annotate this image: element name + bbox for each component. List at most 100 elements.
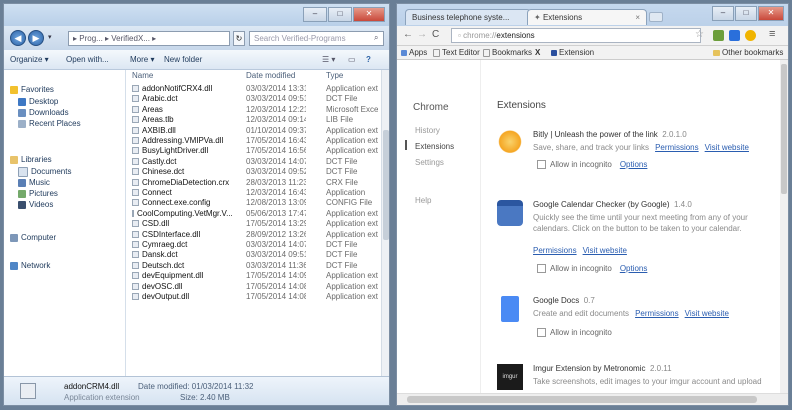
file-row[interactable]: Connect 12/03/2014 16:43 Application [128, 188, 380, 197]
new-tab-button[interactable] [649, 12, 663, 22]
reload-icon[interactable]: C [432, 29, 439, 40]
minimize-button[interactable]: – [712, 6, 734, 21]
omnibox[interactable]: ▫ chrome://extensions [451, 28, 701, 43]
organize-button[interactable]: Organize ▾ [10, 54, 49, 66]
incognito-checkbox[interactable] [537, 264, 546, 273]
file-row[interactable]: Areas 12/03/2014 12:21 Microsoft Excel [128, 105, 380, 114]
file-row[interactable]: CSD.dll 17/05/2014 13:29 Application exte [128, 219, 380, 228]
options-link[interactable]: Options [620, 160, 648, 169]
bookmark-x[interactable]: X [535, 48, 540, 58]
file-row[interactable]: Castly.dct 03/03/2014 14:07 DCT File [128, 157, 380, 166]
preview-pane-icon[interactable]: ▭ [348, 54, 356, 66]
file-row[interactable]: Areas.tlb 12/03/2014 09:14 LIB File [128, 115, 380, 124]
file-row[interactable]: Connect.exe.config 12/08/2013 13:09 CONFIG… [128, 198, 380, 207]
file-row[interactable]: Addressing.VMIPVa.dll 17/05/2014 16:43 App… [128, 136, 380, 145]
back-icon[interactable]: ← [403, 29, 413, 40]
nav-recent-places[interactable]: Recent Places [18, 118, 81, 129]
search-input[interactable]: Search Verified-Programs [249, 31, 384, 46]
column-type[interactable]: Type [326, 70, 343, 82]
file-row[interactable]: CoolComputing.VetMgr.V... 05/06/2013 17:4… [128, 209, 380, 218]
tab-close-icon[interactable]: × [635, 10, 640, 25]
menu-icon[interactable]: ≡ [769, 28, 775, 40]
side-link-help[interactable]: Help [415, 196, 431, 205]
forward-icon[interactable]: → [417, 29, 427, 40]
forward-button[interactable]: ▶ [28, 30, 44, 46]
file-list-scrollbar[interactable] [381, 70, 389, 376]
file-row[interactable]: Chinese.dct 03/03/2014 09:52 DCT File [128, 167, 380, 176]
address-bar[interactable]: ▸ Prog... ▸ VerifiedX... ▸ [68, 31, 230, 46]
tab-extensions[interactable]: ✦ Extensions × [527, 9, 647, 25]
file-row[interactable]: AXBIB.dll 01/10/2014 09:37 Application ext… [128, 126, 380, 135]
file-row[interactable]: Deutsch.dct 03/03/2014 11:36 DCT File [128, 261, 380, 270]
file-row[interactable]: BusyLightDriver.dll 17/05/2014 16:56 Appli… [128, 146, 380, 155]
incognito-row: Allow in incognito [537, 328, 612, 337]
visit-website-link[interactable]: Visit website [583, 246, 627, 255]
back-button[interactable]: ◀ [10, 30, 26, 46]
tab-label: Business telephone syste... [412, 13, 510, 22]
other-bookmarks[interactable]: Other bookmarks [713, 48, 783, 58]
scrollbar-thumb[interactable] [383, 130, 389, 240]
file-row[interactable]: devOSC.dll 17/05/2014 14:08 Application ex… [128, 282, 380, 291]
file-row[interactable]: CSDInterface.dll 28/09/2012 13:26 Applicat… [128, 230, 380, 239]
nav-computer[interactable]: Computer [10, 232, 56, 243]
calendar-extension-icon[interactable] [729, 30, 740, 41]
more-button[interactable]: More ▾ [130, 54, 154, 66]
file-row[interactable]: Dansk.dct 03/03/2014 09:51 DCT File [128, 250, 380, 259]
nav-videos[interactable]: Videos [18, 199, 53, 210]
refresh-icon[interactable]: ↻ [233, 31, 245, 46]
file-name-text: CSDInterface.dll [142, 229, 201, 239]
nav-libraries[interactable]: Libraries [10, 154, 52, 165]
options-link[interactable]: Options [620, 264, 648, 273]
nav-pictures[interactable]: Pictures [18, 188, 58, 199]
visit-website-link[interactable]: Visit website [685, 309, 729, 318]
minimize-button[interactable]: – [303, 7, 327, 22]
new-folder-button[interactable]: New folder [164, 54, 202, 66]
page-scrollbar[interactable] [780, 60, 788, 393]
nav-desktop[interactable]: Desktop [18, 96, 58, 107]
explorer-titlebar[interactable]: – □ ✕ [4, 4, 389, 26]
scrollbar-thumb[interactable] [781, 64, 787, 194]
details-file-name: addonCRM4.dll [64, 382, 120, 391]
permissions-link[interactable]: Permissions [635, 309, 679, 318]
column-name[interactable]: Name [132, 70, 153, 82]
nav-favorites[interactable]: Favorites [10, 84, 54, 95]
file-row[interactable]: addonNotifCRX4.dll 03/03/2014 13:31 Applic… [128, 84, 380, 93]
page-horizontal-scrollbar[interactable] [397, 393, 788, 405]
bitly-extension-icon[interactable] [745, 30, 756, 41]
close-button[interactable]: ✕ [353, 7, 385, 22]
visit-website-link[interactable]: Visit website [705, 143, 749, 152]
incognito-checkbox[interactable] [537, 328, 546, 337]
view-options-icon[interactable]: ☰ ▾ [322, 54, 335, 66]
open-with-button[interactable]: Open with... [66, 54, 109, 66]
file-row[interactable]: ChromeDiaDetection.crx 28/03/2013 11:23 CR… [128, 178, 380, 187]
nav-documents[interactable]: Documents [18, 166, 71, 177]
bookmark-bookmarks[interactable]: Bookmarks [483, 48, 532, 58]
extension-icon[interactable] [713, 30, 724, 41]
column-date-modified[interactable]: Date modified [246, 70, 295, 82]
incognito-checkbox[interactable] [537, 160, 546, 169]
side-link-extensions[interactable]: Extensions [415, 142, 454, 151]
recent-pages-icon[interactable]: ▾ [48, 33, 58, 43]
side-link-settings[interactable]: Settings [415, 158, 444, 167]
file-date: 05/06/2013 17:47 [246, 208, 306, 218]
file-row[interactable]: Cymraeg.dct 03/03/2014 14:07 DCT File [128, 240, 380, 249]
bookmark-apps[interactable]: Apps [401, 48, 427, 58]
tab-business-telephone[interactable]: Business telephone syste... [405, 9, 531, 25]
maximize-button[interactable]: □ [328, 7, 352, 22]
nav-music[interactable]: Music [18, 177, 50, 188]
maximize-button[interactable]: □ [735, 6, 757, 21]
nav-downloads[interactable]: Downloads [18, 107, 69, 118]
scrollbar-thumb[interactable] [407, 396, 757, 403]
file-row[interactable]: devEquipment.dll 17/05/2014 14:09 Applicat… [128, 271, 380, 280]
bookmark-text-editor[interactable]: Text Editor [433, 48, 480, 58]
side-link-history[interactable]: History [415, 126, 440, 135]
bookmark-extension[interactable]: Extension [551, 48, 594, 58]
bookmark-star-icon[interactable]: ☆ [695, 29, 704, 40]
permissions-link[interactable]: Permissions [533, 246, 577, 255]
help-icon[interactable]: ? [366, 54, 371, 66]
permissions-link[interactable]: Permissions [655, 143, 699, 152]
close-button[interactable]: ✕ [758, 6, 784, 21]
file-row[interactable]: devOutput.dll 17/05/2014 14:08 Application… [128, 292, 380, 301]
nav-network[interactable]: Network [10, 260, 50, 271]
file-row[interactable]: Arabic.dct 03/03/2014 09:51 DCT File [128, 94, 380, 103]
